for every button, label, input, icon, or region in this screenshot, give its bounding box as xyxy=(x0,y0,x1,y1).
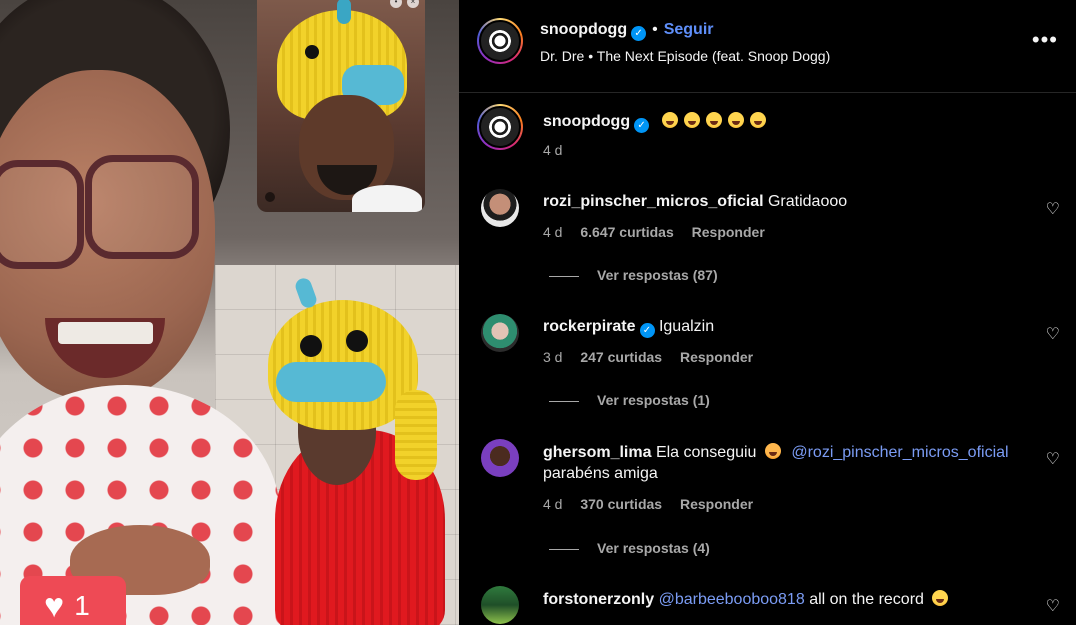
caption-username[interactable]: snoopdogg xyxy=(543,113,630,130)
commenter-avatar[interactable] xyxy=(481,314,519,352)
commenter-avatar[interactable] xyxy=(481,439,519,477)
heart-eyes-emoji-icon xyxy=(764,443,781,459)
post-header: snoopdogg ✓ • Seguir Dr. Dre • The Next Epi… xyxy=(459,0,1076,93)
reply-button[interactable]: Responder xyxy=(680,349,753,365)
caption-time: 4 d xyxy=(543,142,563,158)
commenter-avatar[interactable] xyxy=(481,189,519,227)
pip-minimize-icon[interactable]: • xyxy=(390,0,402,8)
follow-button[interactable]: Seguir xyxy=(664,21,714,38)
comment-text: Ela conseguiu xyxy=(655,444,757,461)
comment-likes[interactable]: 247 curtidas xyxy=(580,349,662,365)
heart-filled-icon: ♥ xyxy=(44,587,65,625)
comment-username[interactable]: ghersom_lima xyxy=(543,444,651,461)
comment-mention[interactable]: @rozi_pinscher_micros_oficial xyxy=(791,444,1008,461)
comment-item: rockerpirate ✓ Igualzin 3 d 247 curtidas … xyxy=(459,312,1076,422)
verified-badge-icon: ✓ xyxy=(631,26,647,41)
eyeglasses xyxy=(0,155,200,270)
comment-time: 4 d xyxy=(543,496,563,512)
verified-badge-icon: ✓ xyxy=(639,323,655,338)
author-avatar[interactable] xyxy=(477,18,523,64)
laughing-emoji-icon xyxy=(932,590,949,606)
post-caption: snoopdogg ✓ 4 d xyxy=(459,100,1076,170)
like-comment-heart-icon[interactable]: ♡ xyxy=(1046,199,1060,219)
comment-likes[interactable]: 370 curtidas xyxy=(580,496,662,512)
comment-text: all on the record xyxy=(809,591,924,608)
verified-badge-icon: ✓ xyxy=(634,118,650,133)
picture-in-picture-video[interactable]: • × xyxy=(257,0,425,212)
like-count: 1 xyxy=(74,590,90,621)
comment-item: rozi_pinscher_micros_oficial Gratidaooo … xyxy=(459,187,1076,297)
pip-tag-icon[interactable] xyxy=(265,192,275,202)
like-comment-heart-icon[interactable]: ♡ xyxy=(1046,449,1060,469)
dog-hat-flap xyxy=(395,390,437,480)
comment-item: ghersom_lima Ela conseguiu @rozi_pinsche… xyxy=(459,437,1076,567)
author-username[interactable]: snoopdogg xyxy=(540,21,627,38)
more-options-icon[interactable]: ••• xyxy=(1032,29,1058,51)
separator-dot: • xyxy=(652,21,658,38)
comment-text: Igualzin xyxy=(658,318,715,335)
like-comment-heart-icon[interactable]: ♡ xyxy=(1046,324,1060,344)
caption-emojis xyxy=(661,112,772,130)
comments-panel: snoopdogg ✓ • Seguir Dr. Dre • The Next Epi… xyxy=(459,0,1076,625)
caption-author-avatar[interactable] xyxy=(477,104,523,150)
comment-likes[interactable]: 6.647 curtidas xyxy=(580,224,673,240)
comment-time: 3 d xyxy=(543,349,563,365)
laughing-emoji-icon xyxy=(727,112,744,128)
comment-item: forstonerzonly @barbeebooboo818 all on t… xyxy=(459,584,1076,625)
comment-text-line2: parabéns amiga xyxy=(543,465,658,482)
reply-button[interactable]: Responder xyxy=(692,224,765,240)
laughing-emoji-icon xyxy=(749,112,766,128)
reply-button[interactable]: Responder xyxy=(680,496,753,512)
comment-username[interactable]: forstonerzonly xyxy=(543,591,654,608)
pip-close-icon[interactable]: × xyxy=(407,0,419,8)
view-replies-button[interactable]: Ver respostas (4) xyxy=(549,540,710,556)
snoop-shirt xyxy=(352,185,422,212)
view-replies-button[interactable]: Ver respostas (87) xyxy=(549,267,718,283)
laughing-emoji-icon xyxy=(683,112,700,128)
laughing-emoji-icon xyxy=(705,112,722,128)
comment-text: Gratidaooo xyxy=(767,193,848,210)
commenter-avatar[interactable] xyxy=(481,586,519,624)
like-comment-heart-icon[interactable]: ♡ xyxy=(1046,596,1060,616)
like-count-badge[interactable]: ♥ 1 xyxy=(20,576,126,625)
laughing-emoji-icon xyxy=(661,112,678,128)
view-replies-button[interactable]: Ver respostas (1) xyxy=(549,392,710,408)
comment-username[interactable]: rozi_pinscher_micros_oficial xyxy=(543,193,764,210)
video-media[interactable]: • × ♥ 1 xyxy=(0,0,459,625)
comment-username[interactable]: rockerpirate xyxy=(543,318,636,335)
teeth xyxy=(58,322,153,344)
music-link[interactable]: Dr. Dre • The Next Episode (feat. Snoop … xyxy=(540,48,830,64)
comment-mention[interactable]: @barbeebooboo818 xyxy=(659,591,805,608)
comment-time: 4 d xyxy=(543,224,563,240)
